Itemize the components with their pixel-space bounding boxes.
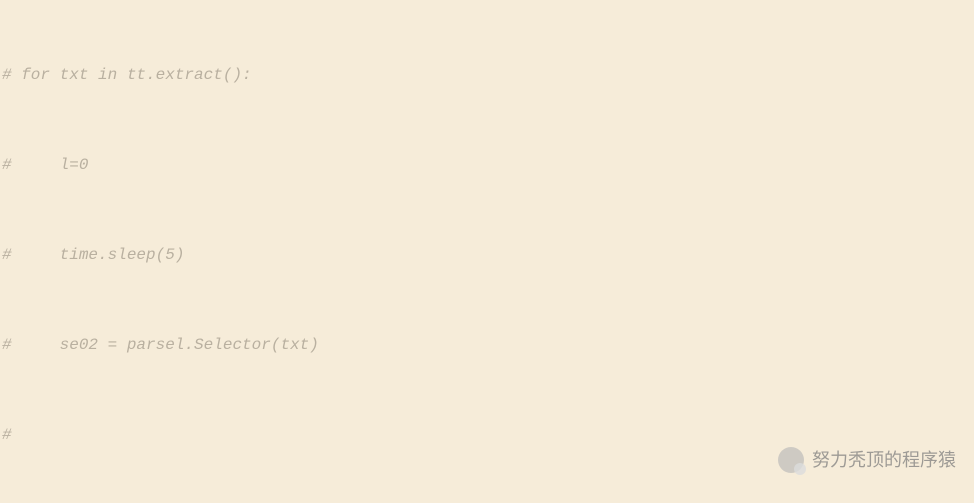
wechat-icon bbox=[778, 447, 804, 473]
code-line[interactable]: # for txt in tt.extract(): bbox=[0, 60, 974, 90]
watermark: 努力秃顶的程序猿 bbox=[778, 445, 956, 475]
code-block[interactable]: # for txt in tt.extract(): # l=0 # time.… bbox=[0, 0, 974, 503]
code-line[interactable]: # se02 = parsel.Selector(txt) bbox=[0, 330, 974, 360]
code-line[interactable]: # l=0 bbox=[0, 150, 974, 180]
watermark-text: 努力秃顶的程序猿 bbox=[812, 445, 956, 475]
code-line[interactable]: # time.sleep(5) bbox=[0, 240, 974, 270]
